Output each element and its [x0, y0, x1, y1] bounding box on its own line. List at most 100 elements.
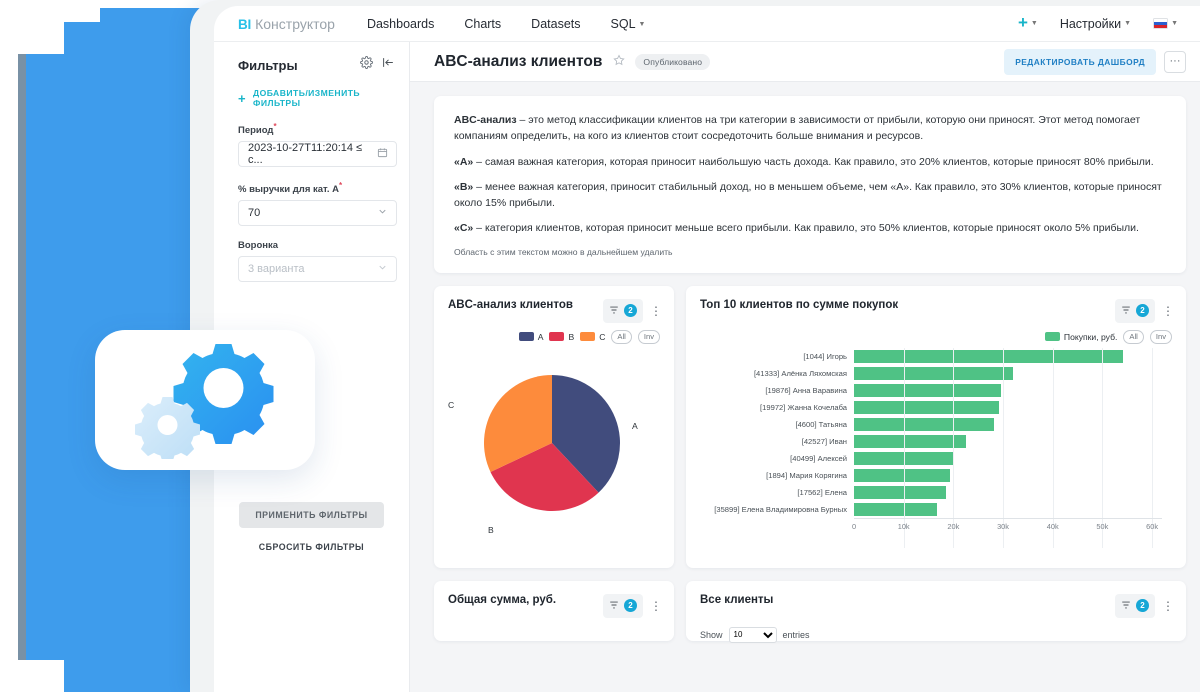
revenue-pct-value: 70: [248, 207, 260, 219]
gear-icon[interactable]: [360, 56, 373, 74]
filter-field-revenue-pct: % выручки для кат. A* 70: [238, 181, 395, 226]
add-edit-filters-button[interactable]: + ДОБАВИТЬ/ИЗМЕНИТЬ ФИЛЬТРЫ: [238, 88, 409, 108]
decorative-gray-edge: [18, 34, 26, 664]
description-paragraph-2: «A» – самая важная категория, которая пр…: [454, 154, 1166, 170]
funnel-value: 3 варианта: [248, 263, 305, 275]
apply-filters-button[interactable]: ПРИМЕНИТЬ ФИЛЬТРЫ: [239, 502, 383, 528]
sum-kebab-menu[interactable]: ⋮: [650, 601, 662, 611]
bar-row: [1044] Игорь: [686, 348, 1186, 365]
legend-item-purchases: Покупки, руб.: [1045, 332, 1118, 342]
legend-item-c: C: [580, 332, 605, 342]
x-axis-tick-label: 10k: [898, 522, 910, 531]
description-note: Область с этим текстом можно в дальнейше…: [454, 246, 1166, 259]
nav-item-sql[interactable]: SQL▼: [611, 17, 646, 31]
description-text-4: – категория клиентов, которая приносит м…: [473, 222, 1139, 234]
favorite-star-icon[interactable]: [613, 53, 625, 71]
description-bold-3: «B»: [454, 181, 473, 193]
add-new-button[interactable]: +▼: [1018, 14, 1038, 33]
all-filter-button[interactable]: 2: [1115, 594, 1155, 618]
brand-logo[interactable]: BI Конструктор: [238, 16, 335, 32]
pie-filter-button[interactable]: 2: [603, 299, 643, 323]
pie-filter-count: 2: [624, 304, 637, 317]
language-switcher[interactable]: ▼: [1153, 15, 1178, 33]
bar-filter-button[interactable]: 2: [1115, 299, 1155, 323]
x-axis-tick-label: 0: [852, 522, 856, 531]
required-marker: *: [273, 122, 276, 131]
bar-row: [17562] Елена: [686, 484, 1186, 501]
description-text-3: – менее важная категория, приносит стаби…: [454, 181, 1162, 209]
nav-item-datasets[interactable]: Datasets: [531, 17, 580, 31]
plus-icon: +: [238, 92, 246, 105]
dashboard-header: ABC-анализ клиентов Опубликовано РЕДАКТИ…: [410, 42, 1200, 82]
nav-links: Dashboards Charts Datasets SQL▼: [367, 17, 646, 31]
nav-item-sql-label: SQL: [611, 17, 636, 31]
entries-select[interactable]: 10: [729, 627, 777, 643]
pie-kebab-menu[interactable]: ⋮: [650, 306, 662, 316]
bar-fill[interactable]: [854, 469, 950, 482]
pie-all-button[interactable]: All: [611, 330, 631, 344]
legend-item-a: A: [519, 332, 544, 342]
pie-chart-tools: 2 ⋮: [603, 299, 662, 323]
pie-chart-svg[interactable]: [434, 348, 674, 548]
chevron-down-icon: ▼: [1124, 20, 1131, 27]
reset-filters-button[interactable]: СБРОСИТЬ ФИЛЬТРЫ: [259, 542, 364, 552]
dashboard-content: ABC-анализ – это метод классификации кли…: [410, 82, 1200, 692]
screenshot-root: BI Конструктор Dashboards Charts Dataset…: [0, 0, 1200, 692]
nav-item-charts[interactable]: Charts: [464, 17, 501, 31]
table-entries-control: Show 10 entries: [686, 618, 1186, 643]
pie-chart-card: ABC-анализ клиентов 2 ⋮ A: [434, 286, 674, 568]
pie-inv-button[interactable]: Inv: [638, 330, 660, 344]
bar-category-label: [19876] Анна Варавина: [686, 386, 854, 395]
app-window: BI Конструктор Dashboards Charts Dataset…: [190, 0, 1200, 692]
funnel-select[interactable]: 3 варианта: [238, 256, 397, 282]
bar-chart-plot: [1044] Игорь[41333] Алёнка Ляхомская[198…: [686, 348, 1186, 568]
chevron-down-icon: ▼: [1171, 20, 1178, 27]
sum-filter-button[interactable]: 2: [603, 594, 643, 618]
pie-label-c: C: [448, 400, 454, 410]
bar-fill[interactable]: [854, 384, 1001, 397]
collapse-sidebar-icon[interactable]: [382, 56, 395, 74]
filter-icon: [1121, 302, 1131, 320]
more-options-button[interactable]: ···: [1164, 51, 1186, 73]
filter-label-period-text: Период: [238, 125, 273, 136]
bar-x-axis: 010k20k30k40k50k60k: [854, 518, 1162, 538]
bar-category-label: [1044] Игорь: [686, 352, 854, 361]
bar-row: [4600] Татьяна: [686, 416, 1186, 433]
edit-dashboard-button[interactable]: РЕДАКТИРОВАТЬ ДАШБОРД: [1004, 49, 1156, 75]
russia-flag-icon: [1153, 18, 1168, 29]
brand-name-text: Конструктор: [255, 16, 335, 32]
bar-fill[interactable]: [854, 435, 966, 448]
description-bold-4: «C»: [454, 222, 473, 234]
dashboard-actions: РЕДАКТИРОВАТЬ ДАШБОРД ···: [1004, 49, 1186, 75]
filter-icon: [609, 302, 619, 320]
bar-fill[interactable]: [854, 503, 937, 516]
filter-icon: [609, 597, 619, 615]
bar-fill[interactable]: [854, 418, 994, 431]
bar-all-button[interactable]: All: [1123, 330, 1143, 344]
bar-category-label: [42527] Иван: [686, 437, 854, 446]
all-kebab-menu[interactable]: ⋮: [1162, 601, 1174, 611]
all-clients-title: Все клиенты: [700, 594, 773, 606]
bar-fill[interactable]: [854, 486, 946, 499]
bar-kebab-menu[interactable]: ⋮: [1162, 306, 1174, 316]
decorative-notch-bottom: [18, 660, 64, 692]
legend-swatch-b: [549, 332, 564, 341]
bar-inv-button[interactable]: Inv: [1150, 330, 1172, 344]
legend-swatch-a: [519, 332, 534, 341]
filter-label-funnel-text: Воронка: [238, 240, 278, 251]
bar-chart-title: Топ 10 клиентов по сумме покупок: [700, 299, 898, 311]
x-axis-tick-label: 30k: [997, 522, 1009, 531]
bar-chart-card: Топ 10 клиентов по сумме покупок 2 ⋮: [686, 286, 1186, 568]
period-input[interactable]: 2023-10-27T11:20:14 ≤ c...: [238, 141, 397, 167]
bar-row: [35899] Елена Владимировна Бурных: [686, 501, 1186, 518]
settings-menu[interactable]: Настройки▼: [1060, 15, 1131, 33]
bar-row: [42527] Иван: [686, 433, 1186, 450]
bar-fill[interactable]: [854, 350, 1123, 363]
bar-fill[interactable]: [854, 367, 1013, 380]
nav-item-dashboards[interactable]: Dashboards: [367, 17, 434, 31]
filters-header: Фильтры: [214, 42, 409, 80]
revenue-pct-select[interactable]: 70: [238, 200, 397, 226]
bar-fill[interactable]: [854, 401, 999, 414]
bar-chart-header: Топ 10 клиентов по сумме покупок 2 ⋮: [686, 286, 1186, 323]
description-bold-2: «A»: [454, 156, 473, 168]
